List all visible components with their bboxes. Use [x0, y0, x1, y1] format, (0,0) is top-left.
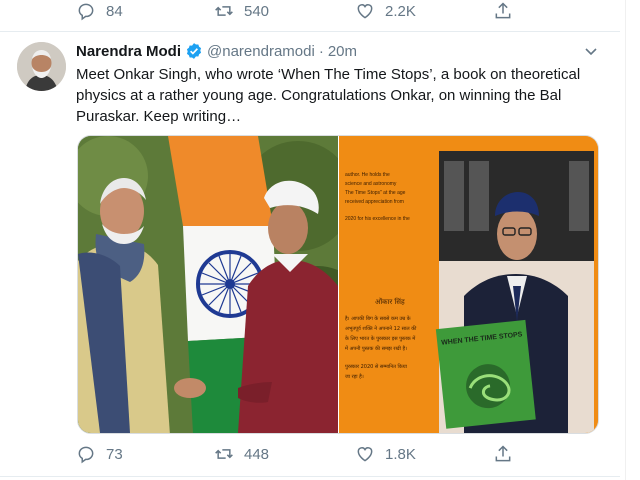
- reply-button[interactable]: 73: [76, 444, 123, 464]
- book-hindi-line: जा रहा है।: [345, 373, 364, 380]
- like-count: 2.2K: [385, 2, 416, 20]
- separator-dot: ·: [318, 42, 324, 60]
- author-name[interactable]: Narendra Modi: [76, 43, 181, 60]
- heart-icon: [357, 4, 373, 19]
- book-english-line: The Time Stops" at the age: [345, 190, 406, 196]
- retweet-count: 540: [244, 2, 270, 20]
- photo-award-handshake[interactable]: [78, 136, 368, 433]
- share-button[interactable]: [493, 1, 513, 21]
- book-hindi-title: ओंकार सिंह: [375, 297, 405, 306]
- share-icon: [495, 2, 511, 19]
- share-icon: [495, 445, 511, 462]
- share-button[interactable]: [493, 444, 513, 464]
- reply-count: 84: [106, 2, 123, 20]
- like-button[interactable]: 1.8K: [355, 444, 416, 464]
- tweet-divider: [0, 476, 620, 477]
- tweet-divider: [0, 31, 620, 32]
- author-handle[interactable]: @narendramodi: [207, 43, 315, 60]
- book-photo: author. He holds the science and astrono…: [339, 136, 598, 433]
- previous-tweet-actions: 84 540 2.2K: [0, 0, 620, 26]
- retweet-button[interactable]: 448: [214, 444, 269, 464]
- reply-button[interactable]: 84: [76, 1, 123, 21]
- retweet-icon: [215, 449, 233, 459]
- retweet-icon: [215, 6, 233, 16]
- book-hindi-line: में अपनी पुस्तक की समझ रखी है।: [345, 345, 407, 352]
- reply-icon: [78, 446, 94, 464]
- like-button[interactable]: 2.2K: [355, 1, 416, 21]
- tweet-timestamp[interactable]: 20m: [328, 43, 357, 60]
- photo-book-page[interactable]: author. He holds the science and astrono…: [339, 136, 598, 433]
- tweet-header: Narendra Modi @narendramodi · 20m: [76, 42, 357, 60]
- book-hindi-line: है। आपकी बिग के सबसे कम उम्र के: [345, 315, 411, 322]
- book-english-line: author. He holds the: [345, 172, 390, 178]
- book-hindi-line: पुरस्कार 2020 से सम्मानित किया: [345, 363, 408, 370]
- retweet-count: 448: [244, 445, 270, 463]
- verified-badge-icon: [185, 42, 203, 60]
- like-count: 1.8K: [385, 445, 416, 463]
- tweet-text: Meet Onkar Singh, who wrote ‘When The Ti…: [76, 66, 581, 125]
- chevron-down-icon[interactable]: [583, 43, 599, 59]
- book-english-line: science and astronomy: [345, 181, 397, 187]
- book-hindi-line: के लिए भारत के पुरस्कार इस पुस्तक में: [345, 335, 417, 342]
- avatar[interactable]: [17, 42, 66, 91]
- book-english-line: received appreciation from: [345, 199, 404, 205]
- reply-icon: [78, 3, 94, 21]
- reply-count: 73: [106, 445, 123, 463]
- heart-icon: [357, 447, 373, 462]
- tweet-actions: 73 448 1.8K: [0, 440, 620, 468]
- scrollbar[interactable]: [625, 0, 640, 480]
- book-english-line: 2020 for his excellence in the: [345, 216, 410, 222]
- retweet-button[interactable]: 540: [214, 1, 269, 21]
- book-hindi-line: अभूतपूर्व शक्ति ने अपनाने 12 साल की: [345, 325, 417, 332]
- tweet-media[interactable]: author. He holds the science and astrono…: [77, 135, 599, 434]
- avatar-image: [17, 42, 66, 91]
- handshake-photo: [78, 136, 368, 433]
